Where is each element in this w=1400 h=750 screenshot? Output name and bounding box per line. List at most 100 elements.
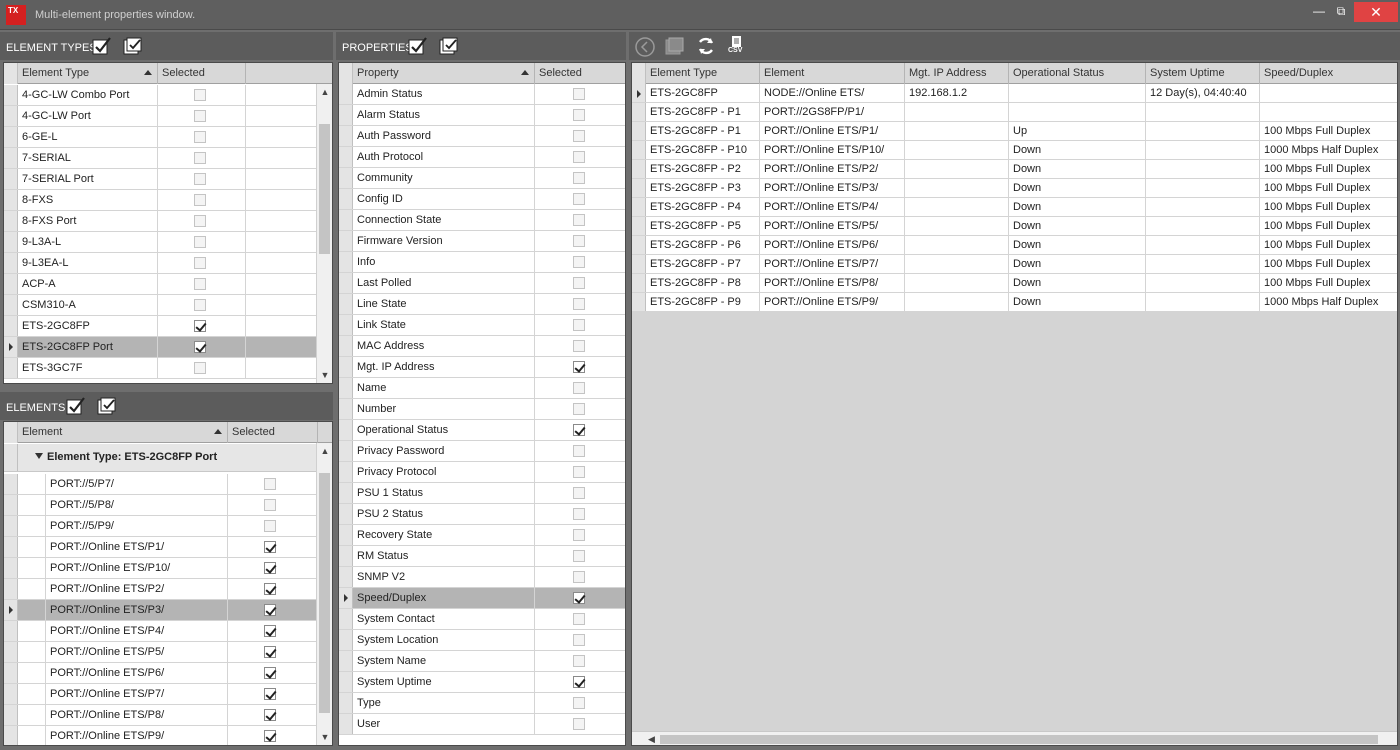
selected-checkbox[interactable] [264, 541, 276, 553]
row-header[interactable] [339, 567, 353, 587]
scroll-down-icon[interactable]: ▼ [317, 729, 332, 745]
table-row[interactable]: 9-L3EA-L [4, 253, 332, 274]
table-row[interactable]: SNMP V2 [339, 567, 625, 588]
deselect-all-icon[interactable] [123, 37, 143, 55]
column-header-selected[interactable]: Selected [228, 422, 318, 443]
selected-checkbox[interactable] [573, 340, 585, 352]
row-header[interactable] [632, 160, 646, 178]
table-row[interactable]: 6-GE-L [4, 127, 332, 148]
selected-checkbox[interactable] [264, 646, 276, 658]
row-header[interactable] [4, 85, 18, 105]
row-header[interactable] [339, 462, 353, 482]
row-header[interactable] [4, 579, 18, 599]
table-row[interactable]: Connection State [339, 210, 625, 231]
selected-checkbox[interactable] [264, 562, 276, 574]
row-header[interactable] [339, 336, 353, 356]
selected-checkbox[interactable] [194, 131, 206, 143]
table-row[interactable]: PORT://Online ETS/P7/ [4, 684, 332, 705]
column-header-operational-status[interactable]: Operational Status [1009, 63, 1146, 84]
selected-checkbox[interactable] [194, 173, 206, 185]
selected-checkbox[interactable] [573, 403, 585, 415]
row-header[interactable] [632, 217, 646, 235]
selected-checkbox[interactable] [573, 424, 585, 436]
table-row[interactable]: 4-GC-LW Port [4, 106, 332, 127]
table-row[interactable]: System Name [339, 651, 625, 672]
close-button[interactable]: ✕ [1354, 2, 1398, 22]
row-header[interactable] [339, 357, 353, 377]
row-header[interactable] [339, 252, 353, 272]
table-row[interactable]: 8-FXS Port [4, 211, 332, 232]
selected-checkbox[interactable] [264, 520, 276, 532]
scroll-thumb[interactable] [319, 124, 330, 254]
table-row[interactable]: PORT://5/P8/ [4, 495, 332, 516]
results-row[interactable]: ETS-2GC8FP - P3 PORT://Online ETS/P3/Down… [632, 179, 1397, 198]
table-row[interactable]: ACP-A [4, 274, 332, 295]
table-row[interactable]: Number [339, 399, 625, 420]
row-header[interactable] [339, 714, 353, 734]
row-header[interactable] [4, 537, 18, 557]
back-icon[interactable] [634, 36, 656, 58]
row-header[interactable] [4, 253, 18, 273]
column-header-mgt-ip-address[interactable]: Mgt. IP Address [905, 63, 1009, 84]
table-row[interactable]: PORT://Online ETS/P5/ [4, 642, 332, 663]
row-header[interactable] [4, 705, 18, 725]
selected-checkbox[interactable] [573, 382, 585, 394]
elements-scrollbar[interactable]: ▲ ▼ [316, 443, 332, 745]
table-row[interactable]: RM Status [339, 546, 625, 567]
row-header[interactable] [4, 516, 18, 536]
row-header[interactable] [4, 474, 18, 494]
table-row[interactable]: PORT://Online ETS/P3/ [4, 600, 332, 621]
selected-checkbox[interactable] [194, 362, 206, 374]
scroll-thumb[interactable] [660, 735, 1378, 744]
table-row[interactable]: Last Polled [339, 273, 625, 294]
table-row[interactable]: PORT://Online ETS/P4/ [4, 621, 332, 642]
row-header[interactable] [339, 609, 353, 629]
table-row[interactable]: 8-FXS [4, 190, 332, 211]
results-row[interactable]: ETS-2GC8FP - P1 PORT://Online ETS/P1/Up 10… [632, 122, 1397, 141]
selected-checkbox[interactable] [573, 550, 585, 562]
table-row[interactable]: Info [339, 252, 625, 273]
selected-checkbox[interactable] [194, 152, 206, 164]
row-header[interactable] [339, 315, 353, 335]
selected-checkbox[interactable] [194, 257, 206, 269]
table-row[interactable]: PORT://5/P7/ [4, 474, 332, 495]
table-row[interactable]: Recovery State [339, 525, 625, 546]
row-header[interactable] [339, 231, 353, 251]
row-header[interactable] [4, 127, 18, 147]
results-row[interactable]: ETS-2GC8FP NODE://Online ETS/192.168.1.2 1… [632, 84, 1397, 103]
table-row[interactable]: Line State [339, 294, 625, 315]
selected-checkbox[interactable] [573, 172, 585, 184]
table-row[interactable]: Mgt. IP Address [339, 357, 625, 378]
select-all-icon[interactable] [92, 37, 112, 55]
table-row[interactable]: PORT://Online ETS/P10/ [4, 558, 332, 579]
restore-button[interactable]: ⧉ [1330, 3, 1352, 19]
row-header[interactable] [4, 558, 18, 578]
table-row[interactable]: Community [339, 168, 625, 189]
selected-checkbox[interactable] [573, 235, 585, 247]
selected-checkbox[interactable] [264, 604, 276, 616]
row-header[interactable] [4, 106, 18, 126]
table-row[interactable]: Auth Password [339, 126, 625, 147]
selected-checkbox[interactable] [573, 88, 585, 100]
selected-checkbox[interactable] [264, 709, 276, 721]
deselect-all-icon[interactable] [97, 397, 117, 415]
row-header[interactable] [4, 169, 18, 189]
row-header[interactable] [632, 255, 646, 273]
table-row[interactable]: PSU 2 Status [339, 504, 625, 525]
row-header[interactable] [339, 483, 353, 503]
results-row[interactable]: ETS-2GC8FP - P6 PORT://Online ETS/P6/Down… [632, 236, 1397, 255]
collapse-icon[interactable] [35, 453, 43, 459]
row-header[interactable] [339, 126, 353, 146]
table-row[interactable]: 9-L3A-L [4, 232, 332, 253]
selected-checkbox[interactable] [573, 445, 585, 457]
csv-export-button[interactable]: CSV [728, 36, 746, 58]
selected-checkbox[interactable] [573, 613, 585, 625]
selected-checkbox[interactable] [573, 298, 585, 310]
table-row[interactable]: System Contact [339, 609, 625, 630]
table-row[interactable]: User [339, 714, 625, 735]
select-all-icon[interactable] [408, 37, 428, 55]
results-row[interactable]: ETS-2GC8FP - P5 PORT://Online ETS/P5/Down… [632, 217, 1397, 236]
selected-checkbox[interactable] [264, 688, 276, 700]
selected-checkbox[interactable] [573, 130, 585, 142]
row-header[interactable] [339, 672, 353, 692]
